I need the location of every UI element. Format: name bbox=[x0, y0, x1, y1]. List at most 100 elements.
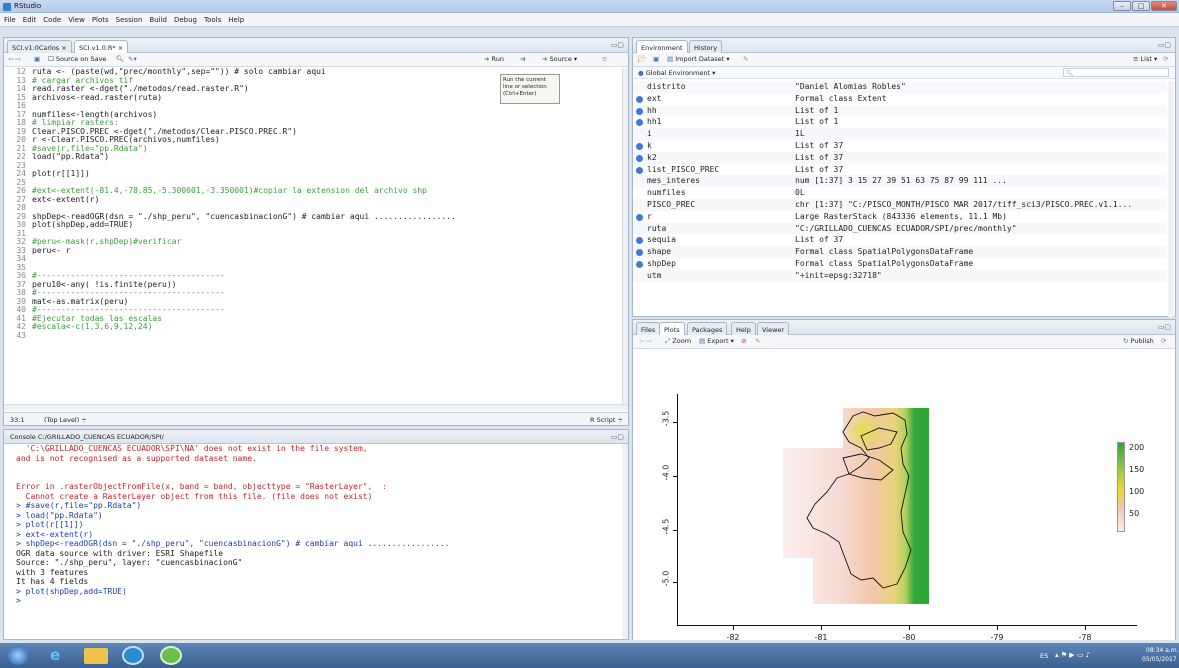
env-row[interactable]: numfiles 0L bbox=[633, 187, 1167, 199]
editor-hscrollbar[interactable] bbox=[4, 404, 628, 410]
console-output[interactable]: 'C:\GRILLADO_CUENCAS ECUADOR\SPI\NA' doe… bbox=[4, 444, 620, 639]
menu-build[interactable]: Build bbox=[145, 13, 170, 24]
line-text: load("pp.Rdata") bbox=[32, 152, 110, 161]
menu-plots[interactable]: Plots bbox=[88, 13, 112, 24]
env-search-input[interactable]: 🔍︎ bbox=[1063, 68, 1169, 77]
rstudio-taskbar-icon[interactable] bbox=[122, 646, 144, 665]
tab-plots[interactable]: Plots bbox=[659, 322, 685, 335]
expand-icon[interactable] bbox=[636, 249, 643, 257]
env-row[interactable]: list_PISCO_PREC List of 37 bbox=[633, 163, 1167, 176]
tray-icons[interactable]: ▴ ⚑ ▶ ▭ ♪ bbox=[1055, 651, 1090, 659]
env-row[interactable]: hh List of 1 bbox=[633, 104, 1167, 117]
close-button[interactable]: ✕ bbox=[1151, 1, 1177, 11]
tab-sci-carlos[interactable]: SCI.v1.0Carlos × bbox=[7, 40, 72, 53]
console-line: with 3 features bbox=[16, 567, 89, 577]
language-indicator[interactable]: ES bbox=[1040, 652, 1048, 660]
search-icon[interactable]: 🔍︎ bbox=[116, 55, 124, 63]
watershed-outline bbox=[806, 411, 912, 589]
env-row[interactable]: i 1L bbox=[633, 128, 1167, 140]
tab-files[interactable]: Files bbox=[636, 322, 661, 335]
menu-help[interactable]: Help bbox=[224, 13, 247, 24]
console-scrollbar[interactable] bbox=[622, 444, 628, 639]
expand-icon[interactable] bbox=[636, 237, 643, 245]
qgis-icon[interactable] bbox=[160, 646, 182, 665]
expand-icon[interactable] bbox=[636, 154, 643, 162]
tab-environment[interactable]: Environment bbox=[636, 40, 688, 53]
refresh-plot-icon[interactable]: ⟳ bbox=[1161, 337, 1166, 345]
plot-nav-icon[interactable]: ⇦ ⇨ bbox=[639, 337, 652, 345]
env-row[interactable]: hh1 List of 1 bbox=[633, 116, 1167, 129]
editor-scrollbar[interactable] bbox=[622, 68, 628, 408]
zoom-button[interactable]: ⤢ Zoom bbox=[665, 337, 691, 346]
nav-arrows-icon[interactable]: ⇦ ⇨ bbox=[8, 55, 21, 63]
pane-minmax-icon[interactable]: ▭▢ bbox=[611, 41, 624, 49]
menu-file[interactable]: File bbox=[0, 13, 19, 24]
save-env-icon[interactable]: ▣ bbox=[653, 55, 659, 63]
env-row[interactable]: shape Formal class SpatialPolygonsDataFra… bbox=[633, 246, 1167, 258]
global-env-selector[interactable]: ● Global Environment ▾ bbox=[638, 69, 715, 77]
export-button[interactable]: ▤ Export ▾ bbox=[699, 337, 734, 345]
source-button[interactable]: ➜ Source ▾ bbox=[542, 55, 577, 63]
env-row[interactable]: distrito "Daniel Alomias Robles" bbox=[633, 81, 1167, 93]
list-view-selector[interactable]: ≡ List ▾ bbox=[1133, 55, 1157, 63]
tab-viewer[interactable]: Viewer bbox=[757, 322, 790, 335]
expand-icon[interactable] bbox=[636, 143, 643, 150]
code-editor[interactable]: 12 ruta <- (paste(wd,"prec/monthly",sep="… bbox=[4, 68, 622, 408]
expand-icon[interactable] bbox=[636, 107, 643, 115]
menu-session[interactable]: Session bbox=[112, 13, 146, 24]
tab-help[interactable]: Help bbox=[731, 322, 756, 335]
env-row[interactable]: k2 List of 37 bbox=[633, 151, 1167, 164]
env-row[interactable]: utm "+init=epsg:32718" bbox=[633, 269, 1167, 282]
env-row[interactable]: ext Formal class Extent bbox=[633, 92, 1167, 105]
menu-edit[interactable]: Edit bbox=[19, 13, 40, 24]
y-tick-mark bbox=[673, 422, 677, 423]
maximize-button[interactable]: □ bbox=[1132, 1, 1150, 11]
env-var-name: hh1 bbox=[647, 117, 662, 127]
expand-icon[interactable] bbox=[636, 261, 643, 268]
wand-icon[interactable]: ✎▾ bbox=[128, 55, 137, 63]
env-minmax-icon[interactable]: ▭▢ bbox=[1158, 41, 1171, 49]
env-row[interactable]: sequia List of 37 bbox=[633, 234, 1167, 247]
expand-icon[interactable] bbox=[636, 166, 643, 174]
env-row[interactable]: ruta "C:/GRILLADO_CUENCAS ECUADOR/SPI/pre… bbox=[633, 222, 1167, 235]
file-type-selector[interactable]: R Script ÷ bbox=[590, 416, 623, 424]
rerun-icon[interactable]: ⇉ bbox=[520, 55, 525, 63]
remove-plot-icon[interactable]: ⊘ bbox=[741, 337, 746, 345]
run-button[interactable]: ➜ Run bbox=[484, 55, 504, 63]
tab-packages[interactable]: Packages bbox=[687, 322, 728, 335]
minimize-button[interactable]: – bbox=[1113, 1, 1131, 11]
scope-selector[interactable]: (Top Level) ÷ bbox=[44, 416, 87, 424]
env-row[interactable]: mes_interes num [1:37] 3 15 27 39 51 63 7… bbox=[633, 175, 1167, 188]
open-icon[interactable]: 📂︎ bbox=[638, 55, 646, 63]
expand-icon[interactable] bbox=[636, 95, 643, 103]
plots-minmax-icon[interactable]: ▭▢ bbox=[1158, 323, 1171, 331]
env-row[interactable]: shpDep Formal class SpatialPolygonsDataFr… bbox=[633, 258, 1167, 270]
expand-icon[interactable] bbox=[636, 119, 643, 127]
publish-button[interactable]: ↻ Publish bbox=[1123, 337, 1154, 345]
broom-icon[interactable]: ✎ bbox=[743, 55, 748, 63]
env-row[interactable]: PISCO_PREC chr [1:37] "C:/PISCO_MONTH/PIS… bbox=[633, 199, 1167, 211]
console-minmax-icon[interactable]: ▭▢ bbox=[611, 433, 624, 441]
env-row[interactable]: r Large RasterStack (843336 elements, 11.… bbox=[633, 210, 1167, 223]
env-scrollbar[interactable] bbox=[1168, 81, 1174, 317]
code-line: 22 load("pp.Rdata") bbox=[4, 152, 622, 162]
explorer-icon[interactable] bbox=[84, 648, 108, 664]
ie-icon[interactable]: e bbox=[50, 646, 60, 664]
clear-plots-icon[interactable]: ✎ bbox=[755, 337, 760, 345]
tab-sci-r[interactable]: SCI.v1.0.R* × bbox=[74, 40, 129, 53]
expand-icon[interactable] bbox=[636, 213, 643, 221]
code-lines: 12 ruta <- (paste(wd,"prec/monthly",sep="… bbox=[4, 68, 622, 340]
env-row[interactable]: k List of 37 bbox=[633, 140, 1167, 152]
menu-code[interactable]: Code bbox=[39, 13, 64, 24]
source-on-save-checkbox[interactable]: ☐ Source on Save bbox=[48, 55, 106, 63]
start-button[interactable] bbox=[8, 646, 28, 665]
refresh-icon[interactable]: ⟳ bbox=[1163, 55, 1168, 63]
menu-debug[interactable]: Debug bbox=[170, 13, 200, 24]
save-icon[interactable]: ▣ bbox=[34, 55, 40, 63]
console-line: > bbox=[16, 596, 21, 605]
tab-history[interactable]: History bbox=[689, 40, 723, 53]
menu-view[interactable]: View bbox=[64, 13, 88, 24]
import-dataset-button[interactable]: ▤ Import Dataset ▾ bbox=[667, 55, 730, 63]
outline-icon[interactable]: ≡ bbox=[602, 55, 607, 63]
menu-tools[interactable]: Tools bbox=[200, 13, 224, 24]
